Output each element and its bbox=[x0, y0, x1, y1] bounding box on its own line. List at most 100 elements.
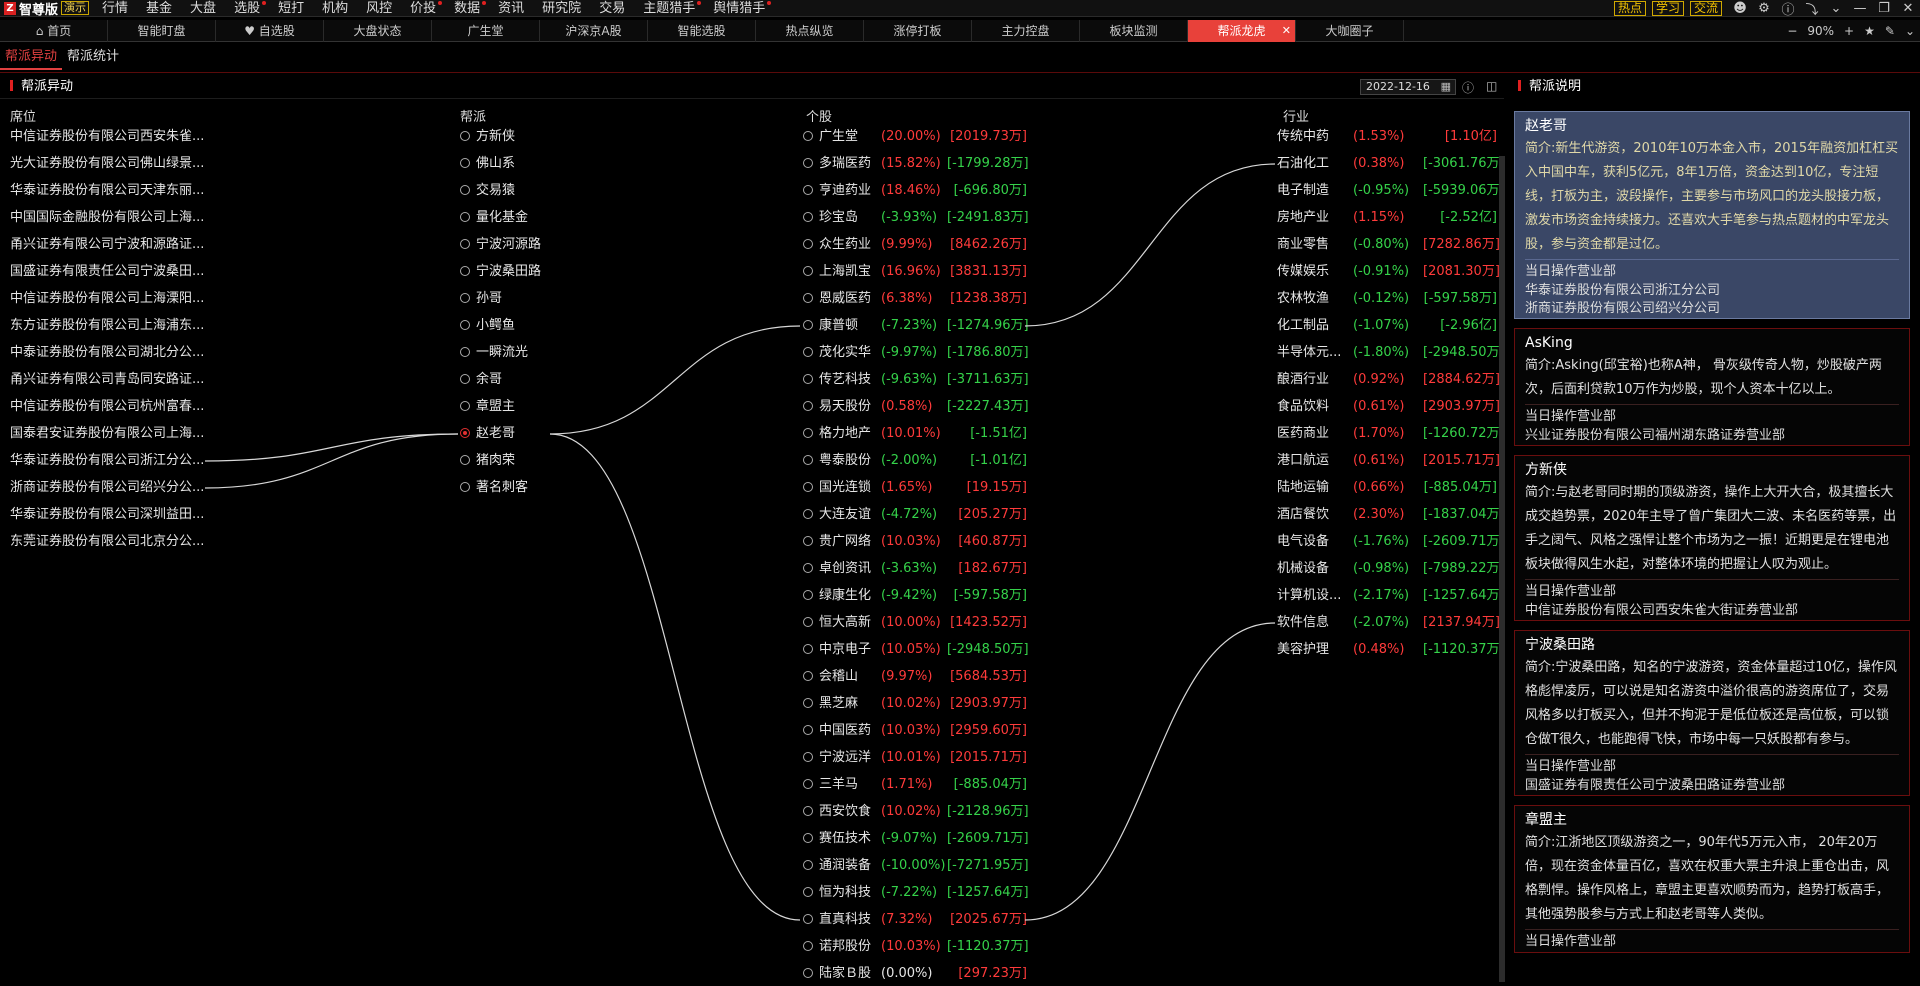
radio-button[interactable] bbox=[460, 347, 470, 357]
stock-row[interactable]: 易天股份 (0.58%) [-2227.43万] bbox=[803, 396, 1029, 418]
tab-watchlist[interactable]: ♥ 自选股 bbox=[216, 20, 324, 42]
info-icon[interactable]: ⓘ bbox=[1776, 0, 1800, 18]
menu-item[interactable]: 短打 bbox=[269, 0, 313, 17]
stock-row[interactable]: 通润装备 (-10.00%) [-7271.95万] bbox=[803, 855, 1029, 877]
industry-row[interactable]: 化工制品 (-1.07%) [-2.96亿] bbox=[1277, 315, 1497, 337]
radio-button[interactable] bbox=[803, 320, 813, 330]
faction-row[interactable]: 方新侠 bbox=[460, 126, 515, 148]
stock-row[interactable]: 广生堂 (20.00%) [2019.73万] bbox=[803, 126, 1027, 148]
stock-row[interactable]: 恒为科技 (-7.22%) [-1257.64万] bbox=[803, 882, 1029, 904]
radio-button[interactable] bbox=[803, 401, 813, 411]
faction-card[interactable]: 章盟主 简介:江浙地区顶级游资之一，90年代5万元入市， 20年20万倍，现在资… bbox=[1514, 805, 1910, 953]
industry-row[interactable]: 传统中药 (1.53%) [1.10亿] bbox=[1277, 126, 1497, 148]
tab-big-circle[interactable]: 大咖圈子 bbox=[1296, 20, 1404, 42]
help-icon[interactable]: ⓘ bbox=[1462, 79, 1474, 96]
industry-row[interactable]: 农林牧渔 (-0.12%) [-597.58万] bbox=[1277, 288, 1497, 310]
seat-row[interactable]: 光大证券股份有限公司佛山绿景... bbox=[10, 153, 204, 175]
seat-row[interactable]: 国泰君安证券股份有限公司上海... bbox=[10, 423, 204, 445]
seat-row[interactable]: 浙商证券股份有限公司绍兴分公... bbox=[10, 477, 204, 499]
menu-item[interactable]: 行情 bbox=[93, 0, 137, 17]
stock-row[interactable]: 上海凯宝 (16.96%) [3831.13万] bbox=[803, 261, 1027, 283]
stock-row[interactable]: 西安饮食 (10.02%) [-2128.96万] bbox=[803, 801, 1029, 823]
tab-home[interactable]: ⌂ 首页 bbox=[0, 20, 108, 42]
radio-button[interactable] bbox=[460, 239, 470, 249]
faction-row[interactable]: 章盟主 bbox=[460, 396, 515, 418]
stock-row[interactable]: 三羊马 (1.71%) [-885.04万] bbox=[803, 774, 1027, 796]
stock-row[interactable]: 中国医药 (10.03%) [2959.60万] bbox=[803, 720, 1027, 742]
stock-row[interactable]: 直真科技 (7.32%) [2025.67万] bbox=[803, 909, 1027, 931]
radio-button[interactable] bbox=[803, 968, 813, 978]
radio-button[interactable] bbox=[803, 347, 813, 357]
industry-row[interactable]: 机械设备 (-0.98%) [-7989.22万] bbox=[1277, 558, 1505, 580]
industry-row[interactable]: 陆地运输 (0.66%) [-885.04万] bbox=[1277, 477, 1497, 499]
radio-button[interactable] bbox=[460, 266, 470, 276]
radio-button[interactable] bbox=[803, 293, 813, 303]
seat-row[interactable]: 国盛证券有限责任公司宁波桑田... bbox=[10, 261, 204, 283]
radio-button[interactable] bbox=[803, 617, 813, 627]
industry-row[interactable]: 房地产业 (1.15%) [-2.52亿] bbox=[1277, 207, 1497, 229]
radio-button[interactable] bbox=[803, 833, 813, 843]
industry-row[interactable]: 电气设备 (-1.76%) [-2609.71万] bbox=[1277, 531, 1505, 553]
calendar-icon[interactable]: ▦ bbox=[1441, 80, 1451, 94]
seat-row[interactable]: 华泰证券股份有限公司深圳益田... bbox=[10, 504, 204, 526]
radio-button[interactable] bbox=[803, 860, 813, 870]
faction-row[interactable]: 著名刺客 bbox=[460, 477, 528, 499]
radio-button[interactable] bbox=[803, 725, 813, 735]
stock-row[interactable]: 绿康生化 (-9.42%) [-597.58万] bbox=[803, 585, 1027, 607]
menu-item[interactable]: 数据 bbox=[445, 0, 489, 17]
menu-item[interactable]: 交易 bbox=[590, 0, 634, 17]
close-icon[interactable]: ✕ bbox=[1896, 1, 1920, 16]
close-tab-icon[interactable]: ✕ bbox=[1282, 20, 1291, 42]
faction-row[interactable]: 宁波桑田路 bbox=[460, 261, 541, 283]
chevron-down-icon[interactable]: ⌄ bbox=[1824, 1, 1848, 16]
faction-card[interactable]: 赵老哥 简介:新生代游资，2010年10万本金入市，2015年融资加杠杠买入中国… bbox=[1514, 111, 1910, 319]
faction-row[interactable]: 交易猿 bbox=[460, 180, 515, 202]
exchange-button[interactable]: 交流 bbox=[1689, 1, 1722, 16]
stock-row[interactable]: 贵广网络 (10.03%) [460.87万] bbox=[803, 531, 1027, 553]
radio-button[interactable] bbox=[460, 401, 470, 411]
menu-item[interactable]: 资讯 bbox=[489, 0, 533, 17]
edit-icon[interactable]: ✎ bbox=[1885, 24, 1895, 38]
radio-button[interactable] bbox=[803, 752, 813, 762]
seat-row[interactable]: 中信证券股份有限公司杭州富春... bbox=[10, 396, 204, 418]
radio-button[interactable] bbox=[460, 455, 470, 465]
industry-row[interactable]: 电子制造 (-0.95%) [-5939.06万] bbox=[1277, 180, 1505, 202]
stock-row[interactable]: 陆家Ｂ股 (0.00%) [297.23万] bbox=[803, 963, 1027, 985]
faction-row[interactable]: 宁波河源路 bbox=[460, 234, 541, 256]
industry-row[interactable]: 食品饮料 (0.61%) [2903.97万] bbox=[1277, 396, 1500, 418]
faction-row[interactable]: 小鳄鱼 bbox=[460, 315, 515, 337]
radio-button[interactable] bbox=[460, 185, 470, 195]
radio-button[interactable] bbox=[803, 671, 813, 681]
radio-button[interactable] bbox=[803, 212, 813, 222]
industry-row[interactable]: 酿酒行业 (0.92%) [2884.62万] bbox=[1277, 369, 1500, 391]
seat-row[interactable]: 东莞证券股份有限公司北京分公... bbox=[10, 531, 204, 553]
stock-row[interactable]: 中京电子 (10.05%) [-2948.50万] bbox=[803, 639, 1029, 661]
seat-row[interactable]: 中信证券股份有限公司西安朱雀... bbox=[10, 126, 204, 148]
radio-button[interactable] bbox=[803, 455, 813, 465]
faction-card[interactable]: 宁波桑田路 简介:宁波桑田路，知名的宁波游资，资金体量超过10亿，操作风格彪悍凌… bbox=[1514, 630, 1910, 796]
stock-row[interactable]: 粤泰股份 (-2.00%) [-1.01亿] bbox=[803, 450, 1027, 472]
tab-market-status[interactable]: 大盘状态 bbox=[324, 20, 432, 42]
minimize-icon[interactable]: — bbox=[1848, 1, 1872, 16]
radio-button[interactable] bbox=[460, 293, 470, 303]
tab-sector-monitor[interactable]: 板块监测 bbox=[1080, 20, 1188, 42]
restore-icon[interactable]: ❐ bbox=[1872, 1, 1896, 16]
stock-row[interactable]: 茂化实华 (-9.97%) [-1786.80万] bbox=[803, 342, 1029, 364]
subtab-faction-activity[interactable]: 帮派异动 bbox=[0, 44, 63, 70]
seat-row[interactable]: 中信证券股份有限公司上海溧阳... bbox=[10, 288, 204, 310]
radio-button[interactable] bbox=[803, 941, 813, 951]
radio-button[interactable] bbox=[803, 185, 813, 195]
seat-row[interactable]: 中国国际金融股份有限公司上海... bbox=[10, 207, 204, 229]
user-icon[interactable]: ☻ bbox=[1728, 1, 1752, 16]
menu-item[interactable]: 价投 bbox=[401, 0, 445, 17]
tab-stock[interactable]: 广生堂 bbox=[432, 20, 540, 42]
radio-button[interactable] bbox=[803, 239, 813, 249]
menu-item[interactable]: 研究院 bbox=[533, 0, 590, 17]
menu-item[interactable]: 主题猎手 bbox=[634, 0, 704, 17]
tab-limit-up[interactable]: 涨停打板 bbox=[864, 20, 972, 42]
hot-button[interactable]: 热点 bbox=[1613, 1, 1646, 16]
industry-row[interactable]: 计算机设... (-2.17%) [-1257.64万] bbox=[1277, 585, 1505, 607]
stock-row[interactable]: 国光连锁 (1.65%) [19.15万] bbox=[803, 477, 1027, 499]
radio-button[interactable] bbox=[460, 320, 470, 330]
radio-button[interactable] bbox=[460, 131, 470, 141]
